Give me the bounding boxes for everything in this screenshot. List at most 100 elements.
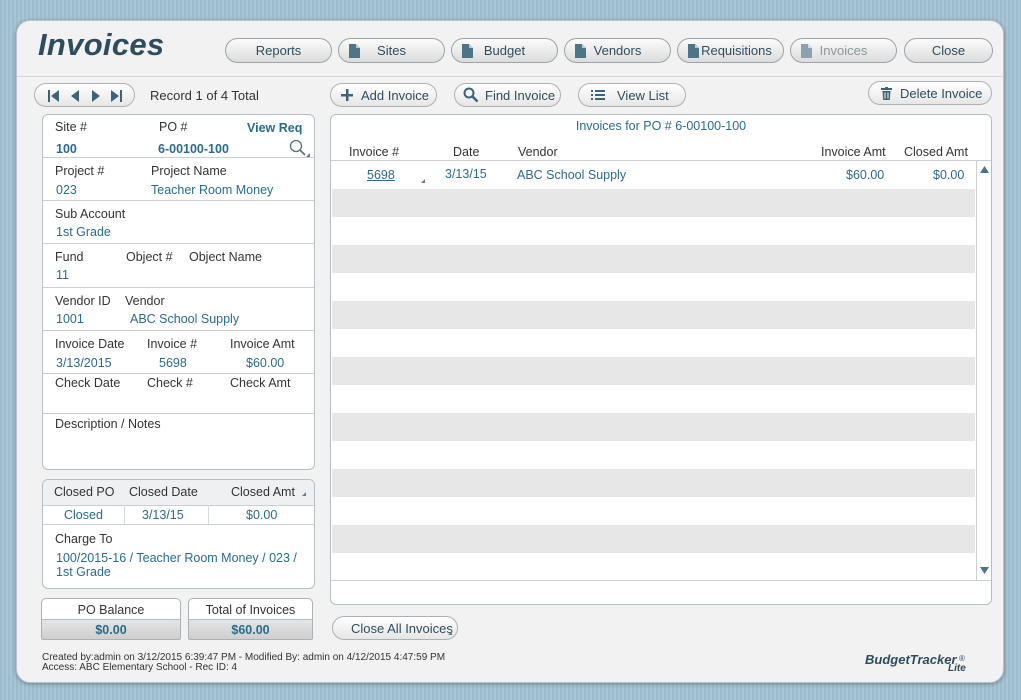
vendors-button[interactable]: Vendors	[564, 38, 671, 63]
list-item	[332, 497, 975, 525]
reports-label: Reports	[255, 43, 302, 58]
find-invoice-button[interactable]: Find Invoice	[454, 83, 561, 107]
vendor-id-value[interactable]: 1001	[56, 312, 84, 326]
resize-corner-icon	[448, 631, 452, 635]
project-num-value[interactable]: 023	[56, 183, 77, 197]
po-value[interactable]: 6-00100-100	[158, 142, 229, 156]
col-invoice-amt[interactable]: Invoice Amt	[821, 145, 886, 159]
view-req-link[interactable]: View Req	[247, 121, 302, 135]
invoices-nav-label: Invoices	[819, 43, 868, 58]
last-record-icon[interactable]	[109, 89, 123, 103]
invoice-amt-cell: $60.00	[846, 168, 885, 182]
table-row[interactable]: 5698 3/13/15 ABC School Supply $60.00 $0…	[332, 161, 975, 189]
col-vendor[interactable]: Vendor	[518, 145, 558, 159]
list-item	[332, 217, 975, 245]
po-balance-value: $0.00	[42, 619, 180, 639]
sites-button[interactable]: Sites	[338, 38, 445, 63]
document-icon	[462, 44, 473, 58]
first-record-icon[interactable]	[47, 89, 61, 103]
list-item	[332, 245, 975, 273]
total-invoices-label: Total of Invoices	[205, 603, 296, 617]
next-record-icon[interactable]	[89, 89, 103, 103]
po-balance-box: PO Balance $0.00	[41, 598, 181, 640]
list-icon	[591, 90, 605, 100]
charge-to-value[interactable]: 100/2015-16 / Teacher Room Money / 023 /…	[56, 551, 301, 579]
site-value[interactable]: 100	[56, 142, 77, 156]
project-name-value[interactable]: Teacher Room Money	[151, 183, 273, 197]
delete-invoice-label: Delete Invoice	[900, 85, 983, 101]
invoices-grid-panel: Invoices for PO # 6-00100-100 Invoice # …	[330, 114, 992, 605]
closed-amt-cell: $0.00	[933, 168, 965, 182]
document-icon	[575, 44, 586, 58]
resize-corner-icon	[421, 179, 425, 183]
previous-record-icon[interactable]	[68, 89, 82, 103]
requisitions-label: Requisitions	[701, 43, 772, 58]
list-item	[332, 301, 975, 329]
sub-account-value[interactable]: 1st Grade	[56, 225, 111, 239]
sites-label: Sites	[377, 43, 406, 58]
scroll-down-icon[interactable]	[980, 567, 989, 574]
site-label: Site #	[55, 120, 87, 134]
list-item	[332, 357, 975, 385]
list-item	[332, 525, 975, 553]
closed-date-value[interactable]: 3/13/15	[142, 508, 184, 522]
find-invoice-label: Find Invoice	[485, 87, 556, 103]
view-list-button[interactable]: View List	[578, 83, 686, 107]
invoice-amt-value[interactable]: $60.00	[246, 356, 284, 370]
closed-po-value[interactable]: Closed	[64, 508, 103, 522]
closed-amt-label: Closed Amt	[231, 485, 295, 499]
description-label: Description / Notes	[55, 417, 161, 431]
list-item	[332, 189, 975, 217]
list-item	[332, 385, 975, 413]
budget-button[interactable]: Budget	[451, 38, 558, 63]
invoices-nav-button[interactable]: Invoices	[790, 38, 897, 63]
invoice-num-value[interactable]: 5698	[159, 356, 187, 370]
closed-po-panel: Closed PO Closed Date Closed Amt Closed …	[42, 479, 315, 589]
close-all-invoices-label: Close All Invoices	[351, 620, 453, 636]
invoice-date-value[interactable]: 3/13/2015	[56, 356, 112, 370]
col-invoice-num[interactable]: Invoice #	[349, 145, 399, 159]
project-num-label: Project #	[55, 164, 105, 178]
list-item	[332, 329, 975, 357]
scroll-up-icon[interactable]	[980, 166, 989, 173]
po-balance-label: PO Balance	[77, 603, 145, 617]
search-icon	[463, 87, 479, 103]
invoice-date-cell: 3/13/15	[445, 167, 487, 181]
closed-amt-value[interactable]: $0.00	[246, 508, 277, 522]
fund-value[interactable]: 11	[56, 268, 69, 282]
col-closed-amt[interactable]: Closed Amt	[904, 145, 968, 159]
invoice-num-link[interactable]: 5698	[367, 168, 395, 182]
document-icon	[801, 44, 812, 58]
record-navigator	[34, 83, 135, 107]
header-divider	[17, 76, 1003, 77]
object-num-label: Object #	[126, 250, 173, 264]
invoice-num-label: Invoice #	[147, 337, 198, 351]
brand-registered: ®	[959, 654, 965, 663]
trash-icon	[881, 86, 892, 100]
invoice-detail-panel: Site # PO # View Req 100 6-00100-100 Pro…	[42, 114, 315, 470]
sub-account-label: Sub Account	[55, 207, 126, 221]
close-button[interactable]: Close	[904, 38, 993, 63]
charge-to-label: Charge To	[55, 532, 113, 546]
po-label: PO #	[159, 120, 188, 134]
budget-label: Budget	[483, 43, 526, 58]
vendor-value[interactable]: ABC School Supply	[130, 312, 239, 326]
resize-corner-icon	[302, 492, 306, 496]
fund-label: Fund	[55, 250, 84, 264]
reports-button[interactable]: Reports	[225, 38, 332, 63]
delete-invoice-button[interactable]: Delete Invoice	[868, 81, 992, 105]
object-name-label: Object Name	[189, 250, 262, 264]
grid-title: Invoices for PO # 6-00100-100	[575, 119, 747, 133]
access-info: Access: ABC Elementary School - Rec ID: …	[42, 662, 238, 673]
list-item	[332, 553, 975, 580]
grid-scrollbar[interactable]	[976, 161, 991, 580]
add-invoice-button[interactable]: Add Invoice	[330, 83, 437, 107]
close-all-invoices-button[interactable]: Close All Invoices	[332, 616, 458, 640]
invoice-amt-label: Invoice Amt	[230, 337, 295, 351]
view-list-label: View List	[617, 87, 669, 103]
requisitions-button[interactable]: Requisitions	[677, 38, 784, 63]
document-icon	[688, 44, 699, 58]
check-num-label: Check #	[147, 376, 193, 390]
col-date[interactable]: Date	[453, 145, 479, 159]
magnifier-icon[interactable]	[288, 139, 310, 157]
